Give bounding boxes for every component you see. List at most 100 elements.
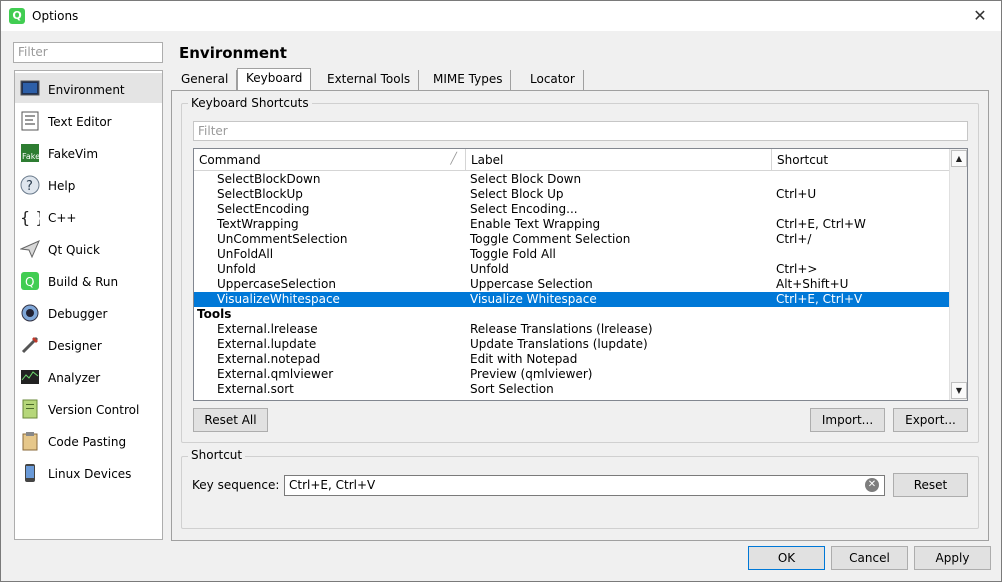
category-item-linux-devices[interactable]: Linux Devices [15, 457, 162, 487]
clear-icon[interactable]: ✕ [865, 478, 879, 492]
text-editor-icon [20, 111, 40, 131]
tree-row[interactable]: UnCommentSelection Toggle Comment Selecti… [194, 232, 949, 247]
cell-command: VisualizeWhitespace [217, 292, 340, 306]
cpp-braces-icon: { } [20, 207, 45, 227]
tree-group-row[interactable]: Tools [194, 307, 949, 322]
cell-label: Select Block Down [470, 172, 582, 186]
cell-command: External.notepad [217, 352, 321, 366]
category-label: Help [48, 179, 76, 193]
tree-row[interactable]: External.lupdate Update Translations (lup… [194, 337, 949, 352]
category-item-text-editor[interactable]: Text Editor [15, 105, 162, 135]
export-button[interactable]: Export... [893, 408, 968, 432]
category-item-analyzer[interactable]: Analyzer [15, 361, 162, 391]
tree-row[interactable]: UppercaseSelection Uppercase Selection Alt… [194, 277, 949, 292]
cell-command: UppercaseSelection [217, 277, 336, 291]
title-bar: Q Options ✕ [1, 1, 1001, 31]
import-button[interactable]: Import... [810, 408, 885, 432]
tree-row[interactable]: TextWrapping Enable Text Wrapping Ctrl+E, … [194, 217, 949, 232]
analyzer-icon [20, 367, 40, 387]
tab-mime-types[interactable]: MIME Types [425, 70, 512, 90]
category-label: Debugger [48, 307, 108, 321]
reset-all-button[interactable]: Reset All [193, 408, 268, 432]
category-item-c-[interactable]: { } C++ [15, 201, 162, 231]
cell-command: SelectEncoding [217, 202, 310, 216]
svg-text:?: ? [26, 179, 33, 194]
category-label: Version Control [48, 403, 140, 417]
tree-header: Command ╱ Label Shortcut [194, 149, 949, 171]
close-icon[interactable]: ✕ [969, 5, 991, 27]
category-item-fakevim[interactable]: Fake FakeVim [15, 137, 162, 167]
scroll-down-icon[interactable]: ▼ [951, 382, 967, 399]
key-sequence-label: Key sequence: [192, 478, 280, 492]
shortcuts-tree[interactable]: Command ╱ Label Shortcut SelectBlockDown… [193, 148, 968, 401]
cell-label: Update Translations (lupdate) [470, 337, 648, 351]
cell-command: External.sort [217, 382, 294, 396]
category-filter-input[interactable]: Filter [13, 42, 163, 63]
category-item-code-pasting[interactable]: Code Pasting [15, 425, 162, 455]
tree-row[interactable]: SelectEncoding Select Encoding... [194, 202, 949, 217]
cancel-button[interactable]: Cancel [831, 546, 908, 570]
category-item-help[interactable]: ? Help [15, 169, 162, 199]
svg-text:{ }: { } [20, 208, 40, 227]
tree-row[interactable]: UnFoldAll Toggle Fold All [194, 247, 949, 262]
version-control-icon [20, 399, 40, 419]
cell-label: Release Translations (lrelease) [470, 322, 653, 336]
cell-shortcut: Ctrl+/ [776, 232, 812, 246]
tree-row[interactable]: External.lrelease Release Translations (l… [194, 322, 949, 337]
tree-row[interactable]: VisualizeWhitespace Visualize Whitespace C… [194, 292, 949, 307]
column-label[interactable]: Label [466, 149, 772, 171]
cell-label: Uppercase Selection [470, 277, 593, 291]
designer-icon [20, 335, 40, 355]
category-label: Text Editor [48, 115, 112, 129]
cell-shortcut: Ctrl+> [776, 262, 818, 276]
cell-label: Visualize Whitespace [470, 292, 597, 306]
category-label: Code Pasting [48, 435, 127, 449]
shortcut-group-title: Shortcut [188, 448, 246, 462]
tree-row[interactable]: SelectBlockDown Select Block Down [194, 172, 949, 187]
category-label: C++ [48, 211, 77, 225]
tree-row[interactable]: External.qmlviewer Preview (qmlviewer) [194, 367, 949, 382]
tab-external-tools[interactable]: External Tools [319, 70, 420, 90]
column-command[interactable]: Command ╱ [194, 149, 466, 171]
category-item-environment[interactable]: Environment [15, 73, 162, 103]
tree-rows: SelectBlockDown Select Block Down SelectBl… [194, 172, 949, 397]
category-item-qt-quick[interactable]: Qt Quick [15, 233, 162, 263]
cell-label: Toggle Fold All [470, 247, 556, 261]
category-label: Build & Run [48, 275, 119, 289]
window-title: Options [32, 9, 79, 23]
cell-command: Unfold [217, 262, 256, 276]
category-item-designer[interactable]: Designer [15, 329, 162, 359]
category-label: Linux Devices [48, 467, 132, 481]
scroll-up-icon[interactable]: ▲ [951, 150, 967, 167]
cell-command: Tools [197, 307, 232, 321]
category-item-version-control[interactable]: Version Control [15, 393, 162, 423]
tab-keyboard[interactable]: Keyboard [237, 68, 312, 90]
column-shortcut[interactable]: Shortcut [772, 149, 949, 171]
reset-shortcut-button[interactable]: Reset [893, 473, 968, 497]
cell-shortcut: Ctrl+E, Ctrl+W [776, 217, 866, 231]
cell-command: External.qmlviewer [217, 367, 334, 381]
tree-row[interactable]: External.notepad Edit with Notepad [194, 352, 949, 367]
help-icon: ? [20, 175, 40, 195]
key-sequence-input[interactable]: Ctrl+E, Ctrl+V [284, 475, 885, 496]
cell-label: Unfold [470, 262, 509, 276]
svg-text:Q: Q [25, 275, 34, 289]
tab-locator[interactable]: Locator [522, 70, 584, 90]
cell-shortcut: Ctrl+U [776, 187, 817, 201]
tree-row[interactable]: External.sort Sort Selection [194, 382, 949, 397]
options-dialog: Q Options ✕ Filter Environment Text Edito… [0, 0, 1002, 582]
apply-button[interactable]: Apply [914, 546, 991, 570]
category-item-build-run[interactable]: Q Build & Run [15, 265, 162, 295]
cell-label: Select Block Up [470, 187, 564, 201]
ok-button[interactable]: OK [748, 546, 825, 570]
cell-command: UnCommentSelection [217, 232, 348, 246]
category-item-debugger[interactable]: Debugger [15, 297, 162, 327]
tree-row[interactable]: Unfold Unfold Ctrl+> [194, 262, 949, 277]
tree-row[interactable]: SelectBlockUp Select Block Up Ctrl+U [194, 187, 949, 202]
debugger-icon [20, 303, 40, 323]
tab-general[interactable]: General [173, 70, 238, 90]
tree-scrollbar[interactable]: ▲ ▼ [949, 149, 967, 400]
shortcut-filter-input[interactable]: Filter [193, 121, 968, 141]
category-label: FakeVim [48, 147, 99, 161]
column-command-label: Command [199, 153, 261, 167]
